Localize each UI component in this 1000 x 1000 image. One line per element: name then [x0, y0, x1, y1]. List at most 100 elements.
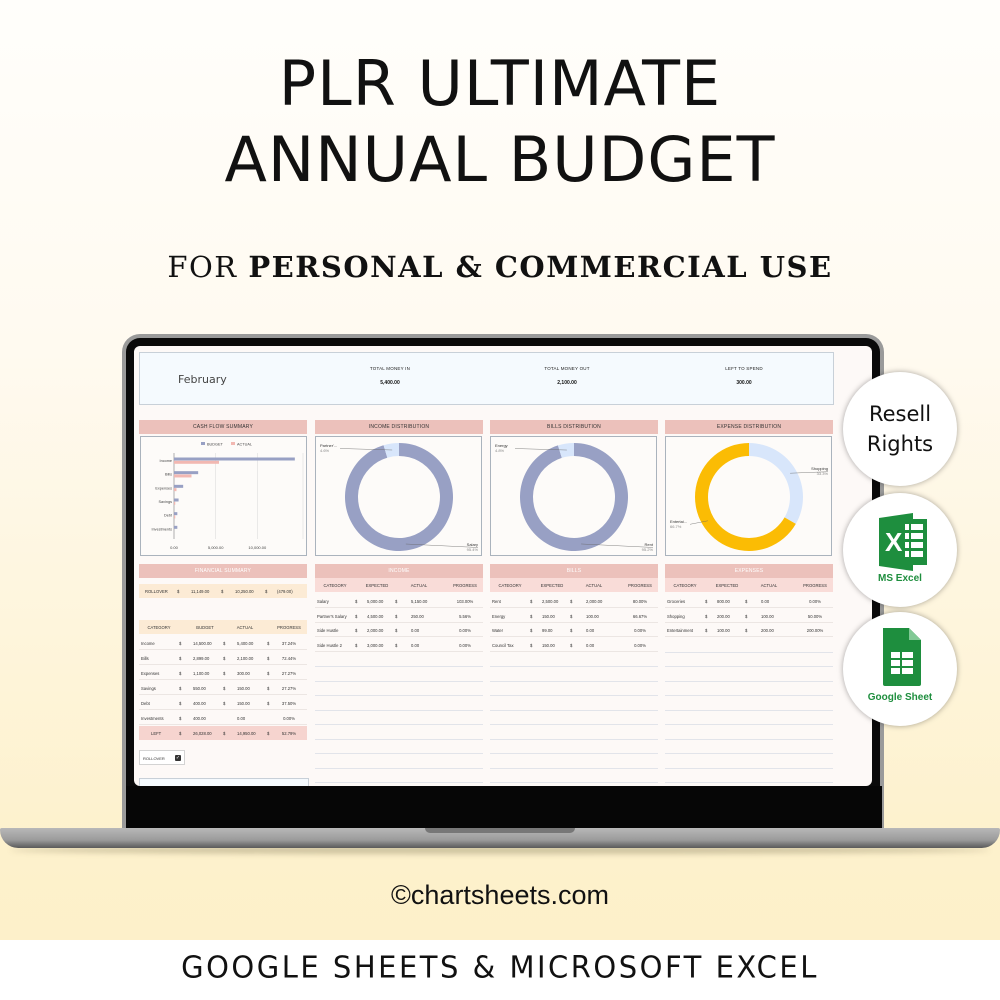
cell-progress: 5.56%	[459, 613, 471, 619]
table-header-row: CATEGORY EXPECTED ACTUAL PROGRESS	[315, 578, 483, 592]
bills-donut-chart: Rent95.2%Energy4.8%	[495, 443, 654, 552]
cell-category: Council Tax	[492, 642, 514, 648]
cell-actual: 300.00	[237, 671, 250, 676]
resell-rights-badge: Resell Rights	[843, 372, 957, 486]
table-row[interactable]: Partner's Salary $4,500.00 $250.00 5.56%	[315, 609, 483, 623]
cell-budget: 550.00	[193, 686, 206, 691]
cell-budget: 2,899.00	[193, 656, 210, 661]
y-category-label: Income	[160, 459, 172, 463]
cell-progress: 0.00%	[634, 628, 646, 633]
excel-logo-icon: X	[879, 513, 927, 571]
kpi-total-money-in: TOTAL MONEY IN 5,400.00	[330, 366, 450, 386]
cell-currency: $	[395, 613, 398, 619]
table-row[interactable]: Bills $2,899.00 $2,100.00 $72.44%	[139, 651, 307, 665]
empty-row-line	[490, 709, 658, 711]
bar-budget-investments	[174, 525, 178, 529]
cell-label: ROLLOVER	[145, 589, 168, 594]
table-row[interactable]: Council Tax $150.00 $0.00 0.00%	[490, 638, 658, 652]
bar-budget-income	[174, 457, 295, 461]
column-header: EXPECTED	[540, 583, 564, 588]
cell-expected: 150.00	[542, 613, 555, 619]
column-header: PROGRESS	[453, 583, 477, 588]
cell-currency: $	[223, 701, 226, 706]
column-header: ACTUAL	[410, 583, 428, 588]
table-row[interactable]: Income $14,500.00 $5,400.00 $37.24%	[139, 636, 307, 650]
table-row[interactable]: Water $99.00 $0.00 0.00%	[490, 623, 658, 637]
cell-currency: $	[223, 671, 226, 676]
cell-currency: $	[745, 599, 748, 604]
license-subtitle: FOR PERSONAL & COMMERCIAL USE	[0, 250, 1000, 284]
table-row[interactable]: Side Hustle $2,000.00 $0.00 0.00%	[315, 623, 483, 637]
month-label[interactable]: February	[178, 373, 227, 386]
legend-label-actual: ACTUAL	[237, 443, 252, 447]
empty-row-line	[315, 753, 483, 754]
cell-actual: 250.00	[411, 613, 424, 619]
cell-currency: $	[570, 628, 573, 633]
cell-category: Partner's Salary	[317, 613, 347, 619]
total-left-row[interactable]: LEFT $26,028.00 $14,950.00 $52.79%	[139, 726, 307, 740]
empty-row-line	[490, 695, 658, 696]
legend-swatch-actual	[231, 442, 235, 445]
product-title-line1: PLR ULTIMATE	[278, 47, 722, 120]
table-row[interactable]: Energy $150.00 $100.00 66.67%	[490, 609, 658, 623]
notes-panel	[139, 778, 309, 786]
rollover-checkbox-field[interactable]: ROLLOVER ✓	[139, 750, 185, 765]
laptop-notch	[425, 828, 575, 833]
empty-row-line	[490, 767, 658, 769]
table-row[interactable]: Entertainment $100.00 $200.00 200.00%	[665, 623, 833, 637]
bar-budget-savings	[174, 498, 179, 502]
cell-actual: 100.00	[761, 613, 774, 619]
bar-budget-expenses	[174, 484, 184, 488]
table-row[interactable]: Savings $550.00 $150.00 $27.27%	[139, 681, 307, 695]
cell-currency: $	[179, 656, 182, 661]
resell-line2: Rights	[866, 432, 934, 456]
table-row[interactable]: Side Hustle 2 $3,000.00 $0.00 0.00%	[315, 638, 483, 652]
cell-progress: 80.00%	[632, 599, 648, 604]
cell-category: Salary	[317, 599, 329, 604]
cell-category: Investments	[141, 716, 164, 721]
cell-actual: 2,100.00	[237, 656, 254, 661]
table-header-row: CATEGORY BUDGET ACTUAL PROGRESS	[139, 620, 307, 634]
empty-row-line	[490, 738, 658, 740]
cell-currency: $	[267, 641, 270, 646]
table-row[interactable]: Shopping $200.00 $100.00 50.00%	[665, 609, 833, 623]
site-name[interactable]: chartsheets.com	[411, 880, 609, 910]
cell-progress: 66.67%	[632, 613, 648, 619]
svg-text:X: X	[885, 527, 903, 557]
rollover-checkbox[interactable]: ✓	[175, 755, 181, 761]
y-category-label: Expenses	[155, 486, 172, 490]
table-row[interactable]: Rent $2,500.00 $2,000.00 80.00%	[490, 594, 658, 608]
column-header: PROGRESS	[628, 583, 652, 588]
column-header: CATEGORY	[147, 625, 171, 630]
ms-excel-badge: X MS Excel	[843, 493, 957, 607]
table-row[interactable]: Groceries $800.00 $0.00 0.00%	[665, 594, 833, 608]
table-row[interactable]: Investments $400.00 0.00 0.00%	[139, 711, 307, 725]
cell-progress: 37.24%	[281, 641, 297, 646]
cell-currency: $	[705, 613, 708, 619]
cell-actual: 150.00	[237, 701, 250, 706]
cell-category: Debt	[141, 701, 150, 706]
table-row[interactable]: Debt $400.00 $150.00 $37.50%	[139, 696, 307, 710]
cell-actual: 2,000.00	[586, 599, 603, 604]
column-header: ACTUAL	[236, 625, 254, 630]
cell-category: Side Hustle	[317, 628, 339, 633]
cell-expected: 2,000.00	[367, 628, 384, 633]
cell-currency: $	[223, 641, 226, 646]
expense-donut-chart: Shopping33.3%Entertai...66.7%	[670, 443, 828, 551]
empty-row-line	[490, 724, 658, 725]
cell-progress: 72.44%	[281, 656, 297, 661]
cell-currency: $	[355, 628, 358, 633]
cell-progress: 37.50%	[281, 701, 297, 706]
platforms-footer: GOOGLE SHEETS & MICROSOFT EXCEL	[181, 949, 819, 985]
bar-actual-debt	[174, 515, 176, 519]
table-row[interactable]: Salary $5,000.00 $5,150.00 103.00%	[315, 594, 483, 608]
cell-currency: $	[530, 642, 533, 648]
table-row[interactable]: Expenses $1,100.00 $300.00 $27.27%	[139, 666, 307, 680]
empty-row-line	[490, 666, 658, 667]
empty-row-line	[665, 724, 833, 725]
kpi-value: 300.00	[736, 380, 752, 386]
cell-category: LEFT	[151, 731, 162, 736]
income-dist-chart: Salary 95.4% Partner'... 4.6%	[315, 436, 482, 556]
kpi-value: 2,100.00	[557, 380, 577, 386]
x-tick-label: 5,000.00	[208, 545, 224, 550]
